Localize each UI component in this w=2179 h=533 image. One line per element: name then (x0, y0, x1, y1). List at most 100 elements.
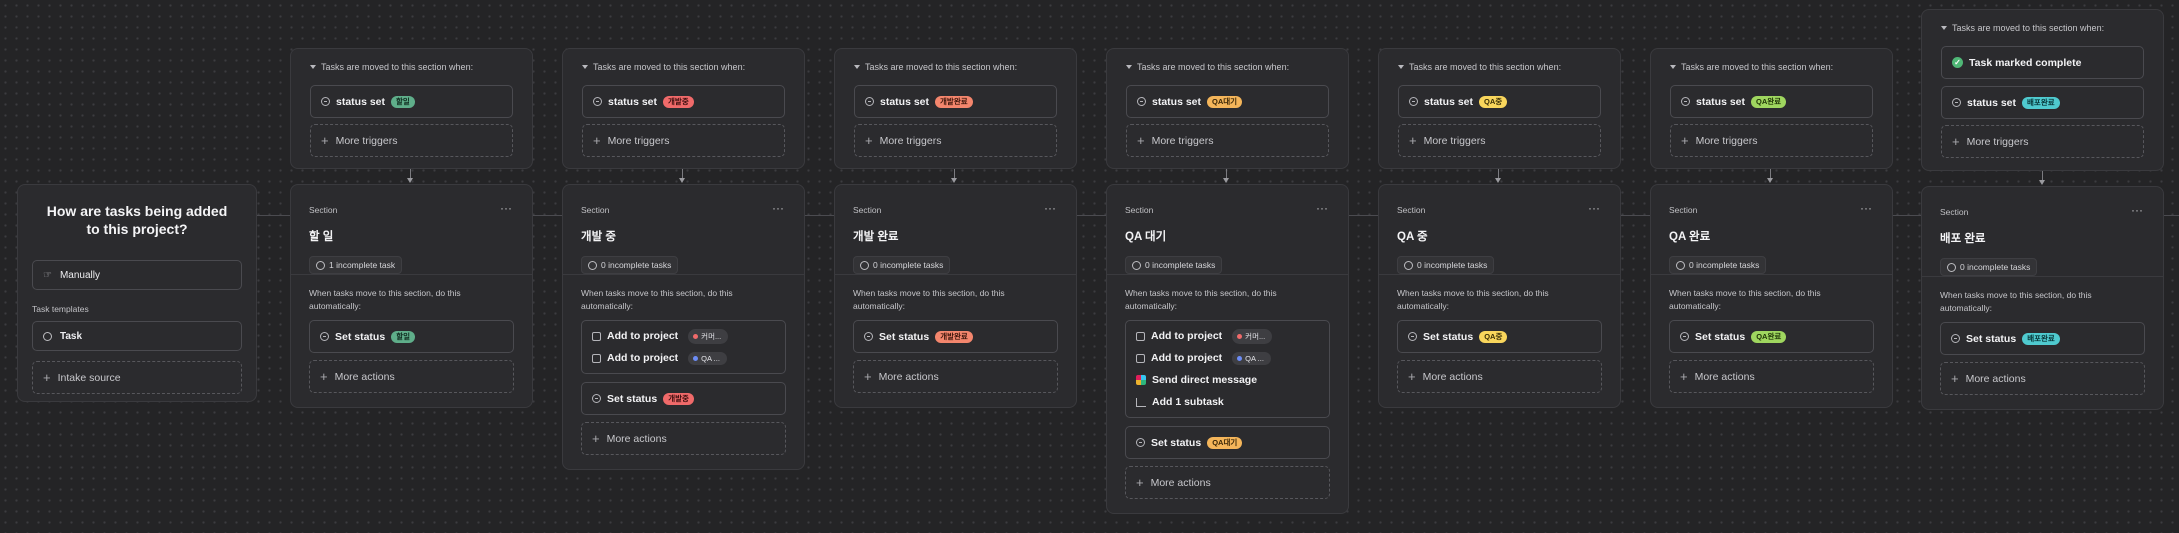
trigger-status-set[interactable]: status set 배포완료 (1941, 86, 2144, 119)
incomplete-count-badge[interactable]: 0 incomplete tasks (1940, 258, 2038, 276)
action-group: Add to project 커머... Add to project QA ... (581, 320, 786, 374)
caret-down-icon (1670, 64, 1676, 69)
manual-intake-button[interactable]: ☞ Manually (32, 260, 242, 290)
caret-down-icon (582, 64, 588, 69)
trigger-task-marked-complete[interactable]: ✓ Task marked complete (1941, 46, 2144, 79)
status-set-label: status set (880, 95, 930, 108)
action-add-subtask[interactable]: Add 1 subtask (1136, 391, 1319, 413)
trigger-status-set[interactable]: status set 개발중 (582, 85, 785, 118)
section-title: 개발 중 (581, 231, 616, 243)
project-icon (592, 331, 601, 341)
incomplete-count-badge[interactable]: 0 incomplete tasks (1125, 256, 1223, 274)
trigger-status-set[interactable]: status set QA대기 (1126, 85, 1329, 118)
action-set-status[interactable]: Set status 배포완료 (1940, 322, 2145, 355)
more-triggers-button[interactable]: + More triggers (1126, 124, 1329, 157)
incomplete-count-badge[interactable]: 0 incomplete tasks (1397, 256, 1495, 274)
trigger-header[interactable]: Tasks are moved to this section when: (1670, 59, 1873, 74)
flow-arrow (1767, 178, 1773, 183)
action-set-status[interactable]: Set status QA중 (1397, 320, 1602, 353)
project-chip[interactable]: QA ... (688, 351, 727, 365)
section-card-qa-doing: Section ··· QA 중 0 incomplete tasks When… (1378, 184, 1621, 408)
trigger-status-set[interactable]: status set 개발완료 (854, 85, 1057, 118)
more-actions-button[interactable]: + More actions (1669, 360, 1874, 393)
more-triggers-button[interactable]: + More triggers (1941, 125, 2144, 158)
connector-line (1077, 215, 1106, 216)
action-set-status[interactable]: Set status 개발완료 (853, 320, 1058, 353)
more-triggers-button[interactable]: + More triggers (1398, 124, 1601, 157)
incomplete-count-badge[interactable]: 0 incomplete tasks (1669, 256, 1767, 274)
status-set-label: status set (1424, 95, 1474, 108)
action-add-to-project[interactable]: Add to project QA ... (1136, 347, 1319, 369)
actions-intro: When tasks move to this section, do this… (309, 288, 461, 311)
more-actions-button[interactable]: + More actions (1397, 360, 1602, 393)
section-actions: When tasks move to this section, do this… (1379, 275, 1620, 407)
action-send-direct-message[interactable]: Send direct message (1136, 369, 1319, 391)
trigger-header[interactable]: Tasks are moved to this section when: (1398, 59, 1601, 74)
more-options-icon[interactable]: ··· (772, 201, 784, 215)
more-actions-button[interactable]: + More actions (1940, 362, 2145, 395)
trigger-header[interactable]: Tasks are moved to this section when: (854, 59, 1057, 74)
intake-source-label: Intake source (57, 371, 121, 384)
more-actions-button[interactable]: + More actions (309, 360, 514, 393)
caret-down-icon (854, 64, 860, 69)
trigger-header[interactable]: Tasks are moved to this section when: (1126, 59, 1329, 74)
more-options-icon[interactable]: ··· (1588, 201, 1600, 215)
action-add-to-project[interactable]: Add to project QA ... (592, 347, 775, 369)
more-actions-button[interactable]: + More actions (853, 360, 1058, 393)
incomplete-count-badge[interactable]: 1 incomplete task (309, 256, 403, 274)
project-chip[interactable]: 커머... (688, 328, 729, 344)
trigger-card-qa-wait: Tasks are moved to this section when: st… (1106, 48, 1349, 169)
more-actions-button[interactable]: + More actions (1125, 466, 1330, 499)
more-options-icon[interactable]: ··· (1316, 201, 1328, 215)
manual-label: Manually (59, 269, 100, 281)
incomplete-count-label: 0 incomplete tasks (601, 260, 672, 270)
more-triggers-button[interactable]: + More triggers (1670, 124, 1873, 157)
status-pill: 개발완료 (935, 330, 973, 343)
plus-icon: + (1952, 134, 1960, 149)
incomplete-count-label: 0 incomplete tasks (1145, 260, 1216, 270)
action-add-to-project[interactable]: Add to project 커머... (592, 325, 775, 347)
intake-source-button[interactable]: + Intake source (32, 361, 242, 394)
action-set-status[interactable]: Set status 개발중 (581, 382, 786, 415)
more-options-icon[interactable]: ··· (1044, 201, 1056, 215)
caret-down-icon (310, 64, 316, 69)
actions-intro: When tasks move to this section, do this… (1669, 288, 1821, 311)
trigger-header-label: Tasks are moved to this section when: (1137, 61, 1290, 72)
project-chip[interactable]: 커머... (1232, 328, 1273, 344)
more-triggers-button[interactable]: + More triggers (854, 124, 1057, 157)
project-chip[interactable]: QA ... (1232, 351, 1271, 365)
intake-question: How are tasks being added to this projec… (46, 203, 228, 237)
more-actions-button[interactable]: + More actions (581, 422, 786, 455)
plus-icon: + (1681, 133, 1689, 148)
trigger-header[interactable]: Tasks are moved to this section when: (582, 59, 785, 74)
section-actions: When tasks move to this section, do this… (1922, 277, 2163, 409)
connector-line (1621, 215, 1650, 216)
incomplete-count-badge[interactable]: 0 incomplete tasks (853, 256, 951, 274)
actions-intro: When tasks move to this section, do this… (1940, 290, 2092, 313)
section-kicker: Section (1125, 205, 1154, 215)
action-set-status[interactable]: Set status 할일 (309, 320, 514, 353)
more-options-icon[interactable]: ··· (1860, 201, 1872, 215)
more-triggers-button[interactable]: + More triggers (310, 124, 513, 157)
task-template-item[interactable]: Task (32, 321, 242, 351)
incomplete-count-label: 0 incomplete tasks (1960, 262, 2031, 272)
more-triggers-button[interactable]: + More triggers (582, 124, 785, 157)
more-options-icon[interactable]: ··· (500, 201, 512, 215)
incomplete-count-badge[interactable]: 0 incomplete tasks (581, 256, 679, 274)
status-icon (1951, 334, 1960, 343)
set-status-label: Set status (607, 392, 658, 405)
project-icon (592, 353, 601, 363)
task-templates-label: Task templates (32, 304, 89, 314)
status-icon (1952, 98, 1961, 107)
trigger-header[interactable]: Tasks are moved to this section when: (310, 59, 513, 74)
project-chip-label: QA ... (701, 353, 720, 363)
trigger-header[interactable]: Tasks are moved to this section when: (1941, 20, 2144, 35)
trigger-status-set[interactable]: status set QA완료 (1670, 85, 1873, 118)
action-add-to-project[interactable]: Add to project 커머... (1136, 325, 1319, 347)
more-options-icon[interactable]: ··· (2131, 203, 2143, 217)
action-set-status[interactable]: Set status QA완료 (1669, 320, 1874, 353)
status-icon (1408, 332, 1417, 341)
trigger-status-set[interactable]: status set 할일 (310, 85, 513, 118)
trigger-status-set[interactable]: status set QA중 (1398, 85, 1601, 118)
action-set-status[interactable]: Set status QA대기 (1125, 426, 1330, 459)
